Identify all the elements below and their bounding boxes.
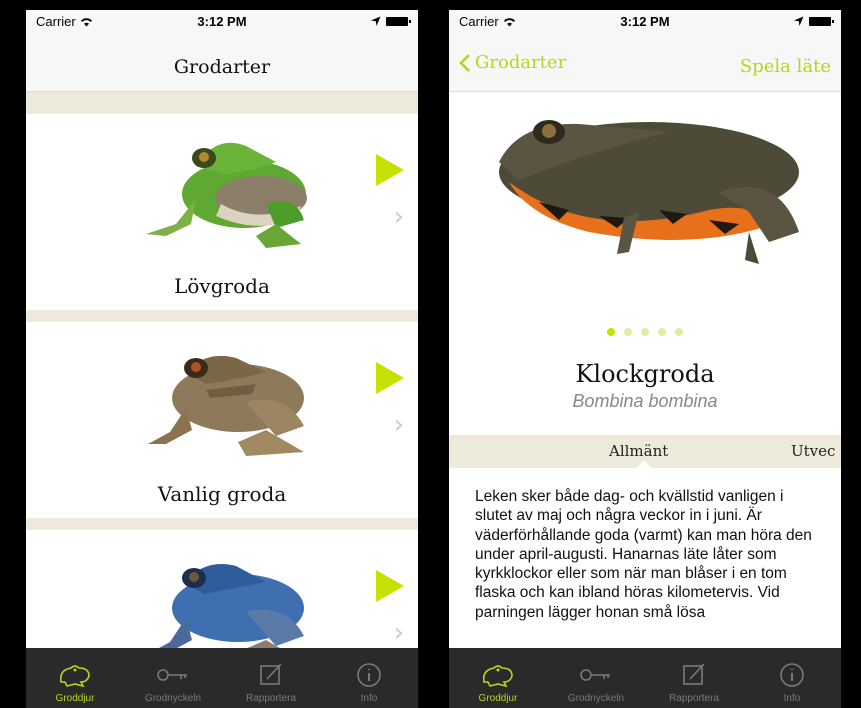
tab-info[interactable]: Info — [320, 648, 418, 708]
page-indicator[interactable] — [449, 328, 841, 336]
tab-grodnyckeln[interactable]: Grodnyckeln — [124, 648, 222, 708]
battery-icon — [386, 16, 411, 26]
fire-bellied-toad-image — [499, 120, 799, 264]
play-sound-icon[interactable] — [376, 154, 404, 186]
species-list-screen: Carrier 3:12 PM Grodarter › Lövgroda › V… — [26, 10, 418, 708]
tab-label: Grodnyckeln — [144, 693, 202, 704]
common-frog-image — [148, 355, 304, 456]
nav-bar: Carrier 3:12 PM Grodarter — [26, 10, 418, 92]
page-dot[interactable] — [675, 328, 683, 336]
nav-bar: Carrier 3:12 PM Grodarter Spela läte — [449, 10, 841, 92]
status-bar: Carrier 3:12 PM — [26, 10, 418, 32]
key-icon — [157, 669, 187, 681]
edit-icon — [260, 663, 282, 685]
frog-icon — [59, 665, 90, 688]
tab-bar: Groddjur Grodnyckeln Rapportera Info — [26, 648, 418, 708]
selected-tab-indicator — [635, 460, 653, 469]
location-icon — [371, 16, 381, 26]
tree-frog-image — [146, 142, 307, 248]
info-tabs: Allmänt Utvec — [449, 435, 841, 469]
page-title: Grodarter — [173, 56, 271, 78]
info-icon — [357, 663, 381, 687]
key-icon — [580, 669, 610, 681]
page-dot[interactable] — [607, 328, 615, 336]
tab-utveckling[interactable]: Utvec — [791, 442, 835, 460]
tab-label: Grodnyckeln — [567, 693, 625, 704]
tab-info[interactable]: Info — [743, 648, 841, 708]
chevron-right-icon: › — [393, 202, 404, 232]
tab-label: Groddjur — [478, 693, 518, 704]
chevron-right-icon: › — [393, 618, 404, 648]
play-sound-icon[interactable] — [376, 570, 404, 602]
page-dot[interactable] — [641, 328, 649, 336]
species-description: Leken sker både dag- och kvällstid vanli… — [475, 488, 812, 621]
status-time: 3:12 PM — [620, 14, 670, 29]
frog-icon — [482, 665, 513, 688]
list-item-lovgroda[interactable]: › Lövgroda — [26, 114, 418, 310]
tab-label: Info — [783, 693, 801, 704]
tab-bar: Groddjur Grodnyckeln Rapportera Info — [449, 648, 841, 708]
chevron-right-icon: › — [393, 410, 404, 440]
tab-label: Info — [360, 693, 378, 704]
play-sound-icon[interactable] — [376, 362, 404, 394]
tab-label: Rapportera — [245, 693, 297, 704]
tab-rapportera[interactable]: Rapportera — [222, 648, 320, 708]
page-dot[interactable] — [658, 328, 666, 336]
back-button[interactable]: Grodarter — [459, 52, 566, 73]
status-bar: Carrier 3:12 PM — [449, 10, 841, 32]
species-detail-screen: Carrier 3:12 PM Grodarter Spela läte Klo… — [449, 10, 841, 708]
page-dot[interactable] — [624, 328, 632, 336]
tab-rapportera[interactable]: Rapportera — [645, 648, 743, 708]
tab-groddjur[interactable]: Groddjur — [26, 648, 124, 708]
play-sound-button[interactable]: Spela läte — [740, 56, 831, 77]
status-time: 3:12 PM — [197, 14, 247, 29]
species-name: Lövgroda — [174, 274, 270, 298]
tab-label: Rapportera — [668, 693, 720, 704]
battery-icon — [809, 16, 834, 26]
species-title: Klockgroda — [575, 360, 715, 388]
tab-groddjur[interactable]: Groddjur — [449, 648, 547, 708]
back-label: Grodarter — [475, 52, 567, 73]
species-image-carousel[interactable] — [449, 92, 841, 312]
tab-allmant[interactable]: Allmänt — [609, 442, 668, 460]
tab-label: Groddjur — [55, 693, 95, 704]
species-latin-name: Bombina bombina — [572, 391, 718, 411]
edit-icon — [683, 663, 705, 685]
species-name: Vanlig groda — [157, 482, 287, 506]
info-icon — [780, 663, 804, 687]
chevron-left-icon — [459, 53, 470, 72]
location-icon — [794, 16, 804, 26]
tab-grodnyckeln[interactable]: Grodnyckeln — [547, 648, 645, 708]
list-item-vanlig-groda[interactable]: › Vanlig groda — [26, 322, 418, 518]
